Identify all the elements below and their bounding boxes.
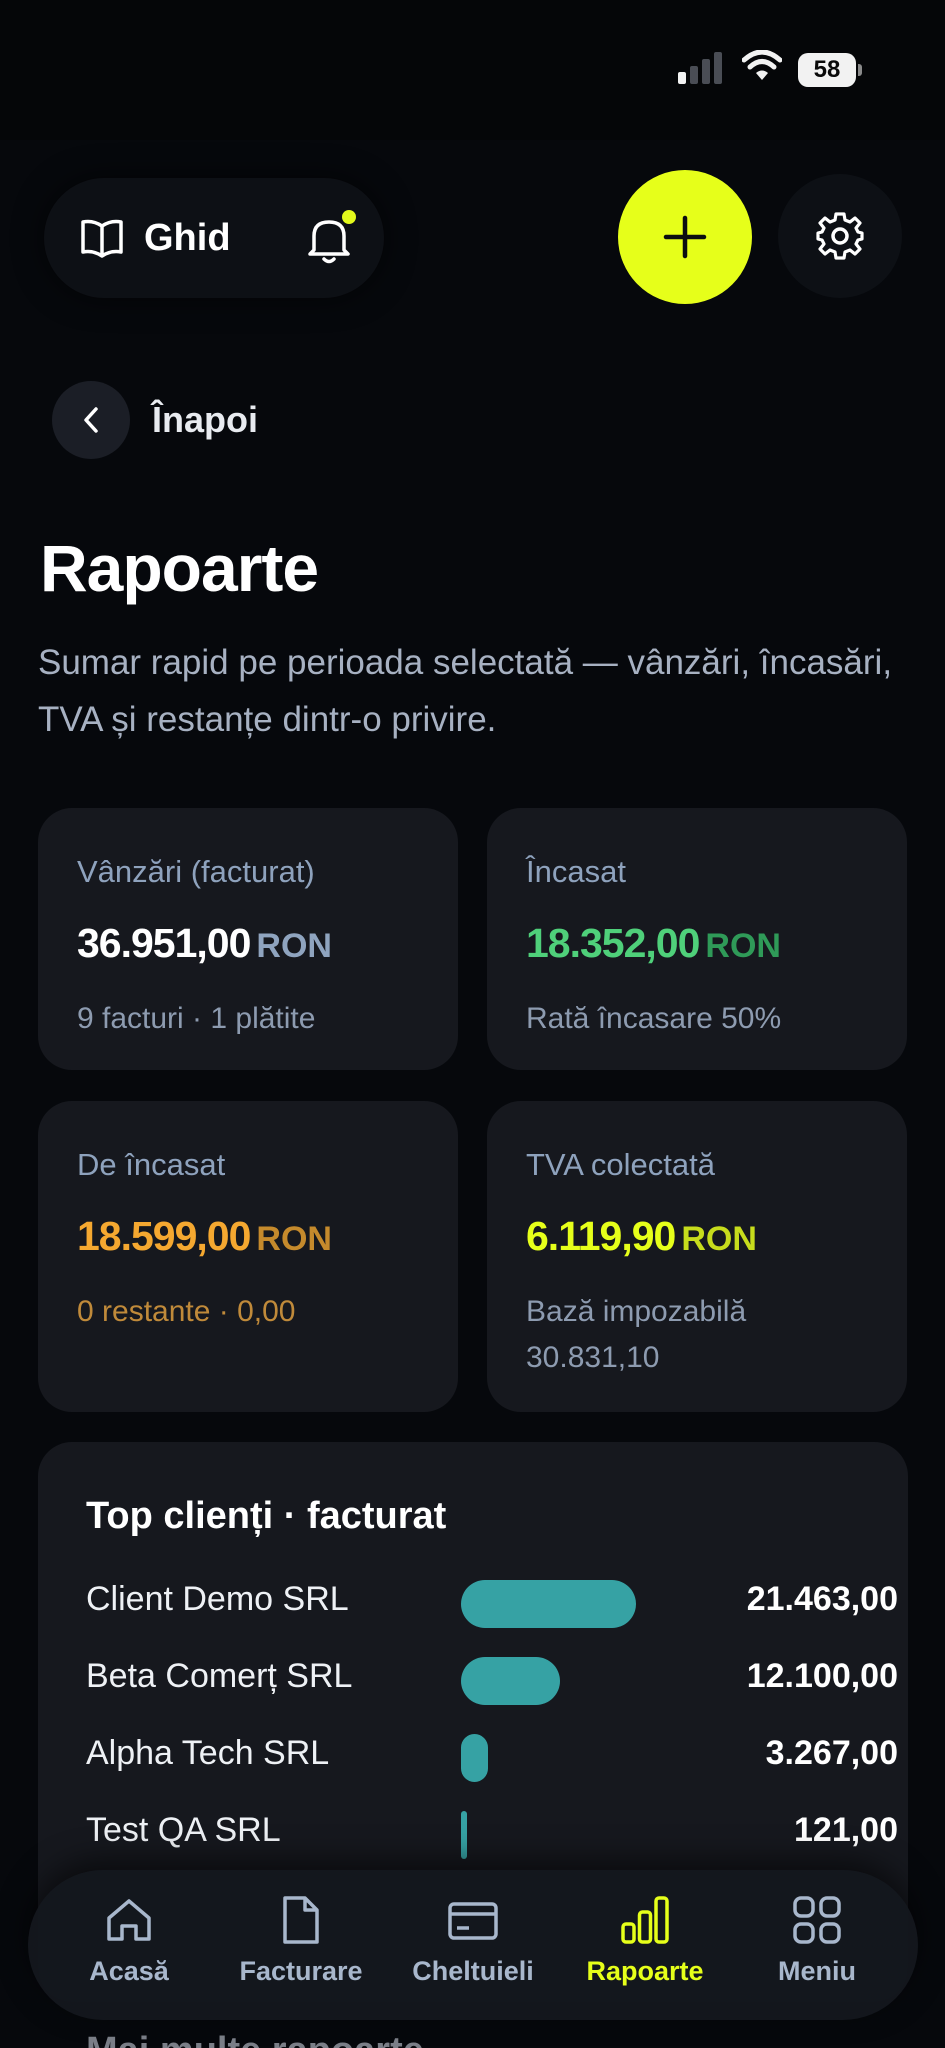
gear-icon xyxy=(816,212,864,260)
more-reports-title: Mai multe rapoarte xyxy=(86,2030,424,2048)
back-circle[interactable] xyxy=(52,381,130,459)
stat-label: TVA colectată xyxy=(526,1147,715,1182)
notifications-button[interactable] xyxy=(300,206,360,270)
client-amount: 3.267,00 xyxy=(765,1734,898,1772)
stat-card-collected[interactable]: Încasat 18.352,00 RON Rată încasare 50% xyxy=(487,808,907,1070)
stat-label: Încasat xyxy=(526,854,626,889)
stat-amount: 18.352,00 xyxy=(526,920,700,966)
nav-item-home[interactable]: Acasă xyxy=(44,1884,214,2006)
client-name: Alpha Tech SRL xyxy=(86,1734,330,1772)
client-bar xyxy=(461,1580,636,1628)
nav-item-reports[interactable]: Rapoarte xyxy=(560,1884,730,2006)
battery-level: 58 xyxy=(798,53,856,87)
add-button[interactable] xyxy=(618,170,752,304)
nav-item-expenses[interactable]: Cheltuieli xyxy=(388,1884,558,2006)
chevron-left-icon xyxy=(84,407,98,433)
back-button[interactable]: Înapoi xyxy=(52,380,258,460)
wifi-icon xyxy=(742,50,782,80)
client-bar xyxy=(461,1657,560,1705)
settings-button[interactable] xyxy=(778,174,902,298)
back-label: Înapoi xyxy=(152,399,258,440)
stat-amount: 18.599,00 xyxy=(77,1213,251,1259)
nav-label: Cheltuieli xyxy=(412,1956,534,1986)
guide-button[interactable]: Ghid xyxy=(80,208,231,268)
stat-value: 6.119,90 RON xyxy=(526,1213,757,1260)
stat-amount: 36.951,00 xyxy=(77,920,251,966)
home-icon xyxy=(107,1899,151,1941)
client-bar xyxy=(461,1734,488,1782)
page-title: Rapoarte xyxy=(40,531,319,605)
stat-value: 18.599,00 RON xyxy=(77,1213,332,1260)
top-clients-title: Top clienți · facturat xyxy=(86,1495,447,1537)
stat-currency: RON xyxy=(256,1220,332,1258)
grid-icon xyxy=(793,1896,841,1944)
client-amount: 21.463,00 xyxy=(746,1580,898,1618)
bar-chart-icon xyxy=(621,1896,669,1944)
stat-meta: Bază impozabilă 30.831,10 xyxy=(526,1295,747,1374)
stat-meta: 0 restante · 0,00 xyxy=(77,1295,296,1328)
guide-label: Ghid xyxy=(144,216,231,259)
stat-currency: RON xyxy=(705,927,781,965)
plus-icon xyxy=(663,215,707,259)
nav-label: Rapoarte xyxy=(586,1956,704,1986)
stat-meta: Rată încasare 50% xyxy=(526,1002,782,1035)
client-row[interactable]: Test QA SRL 121,00 xyxy=(86,1805,898,1861)
card-icon xyxy=(448,1902,498,1940)
notification-dot xyxy=(342,210,356,224)
bottom-nav: Acasă Facturare Cheltuieli Rapoarte Meni… xyxy=(28,1870,918,2020)
nav-label: Facturare xyxy=(239,1956,363,1986)
client-name: Beta Comerț SRL xyxy=(86,1657,353,1695)
client-row[interactable]: Beta Comerț SRL 12.100,00 xyxy=(86,1651,898,1707)
book-icon xyxy=(81,219,123,258)
stat-label: De încasat xyxy=(77,1147,226,1182)
nav-item-menu[interactable]: Meniu xyxy=(732,1884,902,2006)
stat-card-receivable[interactable]: De încasat 18.599,00 RON 0 restante · 0,0… xyxy=(38,1101,458,1412)
stat-currency: RON xyxy=(681,1220,757,1258)
battery-indicator: 58 xyxy=(798,53,862,87)
stat-card-sales[interactable]: Vânzări (facturat) 36.951,00 RON 9 factur… xyxy=(38,808,458,1070)
page-subtitle: Sumar rapid pe perioada selectată — vânz… xyxy=(38,643,893,739)
document-icon xyxy=(283,1896,319,1944)
stat-value: 18.352,00 RON xyxy=(526,920,781,967)
stat-currency: RON xyxy=(256,927,332,965)
client-amount: 12.100,00 xyxy=(746,1657,898,1695)
client-row[interactable]: Client Demo SRL 21.463,00 xyxy=(86,1574,898,1630)
stat-label: Vânzări (facturat) xyxy=(77,854,315,889)
client-amount: 121,00 xyxy=(794,1811,898,1849)
client-name: Test QA SRL xyxy=(86,1811,281,1849)
client-name: Client Demo SRL xyxy=(86,1580,349,1618)
nav-label: Meniu xyxy=(778,1956,856,1986)
status-bar: 58 xyxy=(0,0,945,140)
stat-amount: 6.119,90 xyxy=(526,1213,676,1259)
stat-value: 36.951,00 RON xyxy=(77,920,332,967)
stat-meta: 9 facturi · 1 plătite xyxy=(77,1002,316,1035)
stat-card-vat[interactable]: TVA colectată 6.119,90 RON Bază impozabil… xyxy=(487,1101,907,1412)
client-row[interactable]: Alpha Tech SRL 3.267,00 xyxy=(86,1728,898,1784)
nav-label: Acasă xyxy=(89,1956,169,1986)
nav-item-invoicing[interactable]: Facturare xyxy=(216,1884,386,2006)
signal-icon xyxy=(678,52,726,84)
client-bar xyxy=(461,1811,467,1859)
